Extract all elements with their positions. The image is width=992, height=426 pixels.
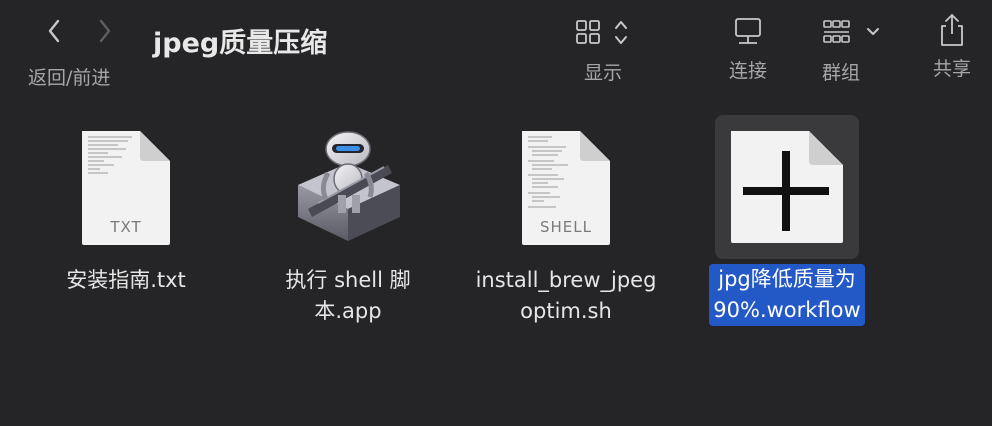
file-name-line1: jpg降低质量为 <box>718 267 856 291</box>
back-button[interactable] <box>42 16 66 46</box>
group-label: 群组 <box>821 62 860 84</box>
chevron-left-icon <box>48 19 60 43</box>
file-type-badge: TXT <box>110 218 142 236</box>
back-forward-label: 返回/前进 <box>28 67 111 89</box>
file-item[interactable]: install_brew_jpeg optim.sh SHELL <box>466 115 666 327</box>
icon-grid-view-icon <box>576 20 627 44</box>
file-name-line2: 本.app <box>314 299 382 323</box>
file-item[interactable]: 执行 shell 脚 本.app <box>248 115 448 327</box>
share-button[interactable]: 共享 <box>930 12 974 81</box>
finder-window: 返回/前进 jpeg质量压缩 显示 连接 群组 共享 安装指南.txt TXT … <box>0 0 992 426</box>
automator-robot-icon <box>298 131 400 241</box>
file-name-line2: 90%.workflow <box>713 298 861 322</box>
file-icon-box <box>715 115 859 259</box>
file-name-line1: 执行 shell 脚 <box>285 268 411 292</box>
file-item[interactable]: 安装指南.txt TXT <box>26 115 226 296</box>
file-item-selected[interactable]: jpg降低质量为 90%.workflow <box>687 115 887 326</box>
network-connect-icon <box>735 18 761 44</box>
file-icon-box <box>276 115 420 259</box>
window-title: jpeg质量压缩 <box>153 28 328 59</box>
share-icon <box>941 14 963 46</box>
file-icon-box <box>494 115 638 259</box>
file-name-line1: install_brew_jpeg <box>475 268 657 292</box>
chevron-right-icon <box>99 19 111 43</box>
connect-label: 连接 <box>728 60 767 82</box>
view-mode-label: 显示 <box>583 62 622 84</box>
view-mode-button[interactable]: 显示 <box>572 18 634 85</box>
share-label: 共享 <box>932 58 971 80</box>
group-by-icon <box>823 20 879 43</box>
group-button[interactable]: 群组 <box>819 18 885 85</box>
forward-button[interactable] <box>93 16 117 46</box>
file-name[interactable]: 执行 shell 脚 本.app <box>281 265 414 327</box>
file-name[interactable]: 安装指南.txt <box>62 265 190 296</box>
file-name-line2: optim.sh <box>520 299 612 323</box>
file-name[interactable]: install_brew_jpeg optim.sh <box>472 265 661 327</box>
file-name-selected[interactable]: jpg降低质量为 90%.workflow <box>709 264 865 326</box>
connect-button[interactable]: 连接 <box>726 16 770 83</box>
file-name-line1: 安装指南.txt <box>66 268 186 292</box>
file-icon-box <box>54 115 198 259</box>
file-type-badge: SHELL <box>540 218 592 236</box>
workflow-document-icon <box>731 131 843 243</box>
